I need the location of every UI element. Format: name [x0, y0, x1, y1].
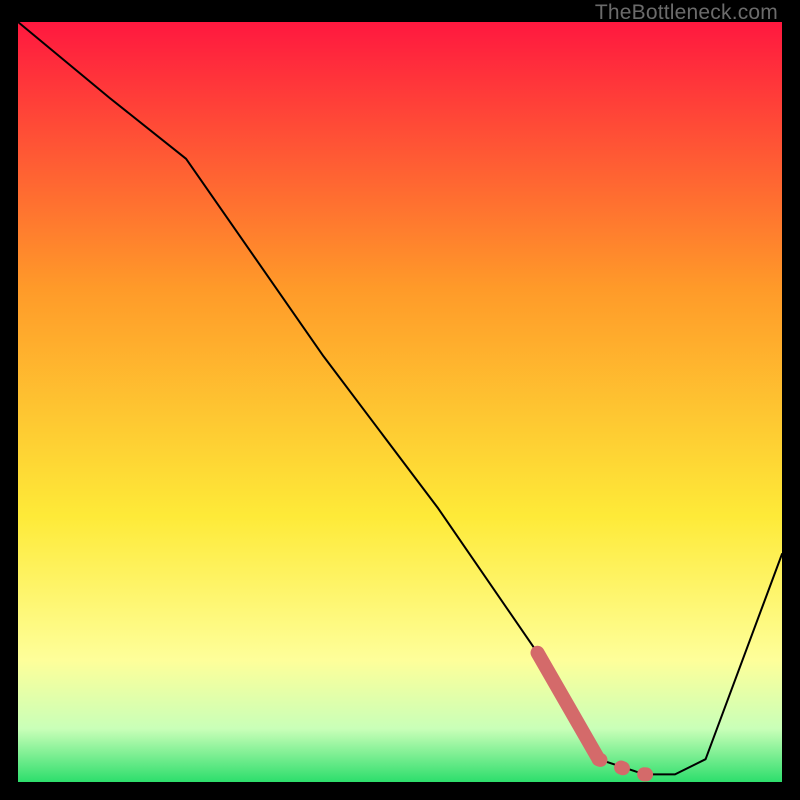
gradient-background: [18, 22, 782, 782]
chart-svg: [18, 22, 782, 782]
chart-frame: [18, 22, 782, 782]
